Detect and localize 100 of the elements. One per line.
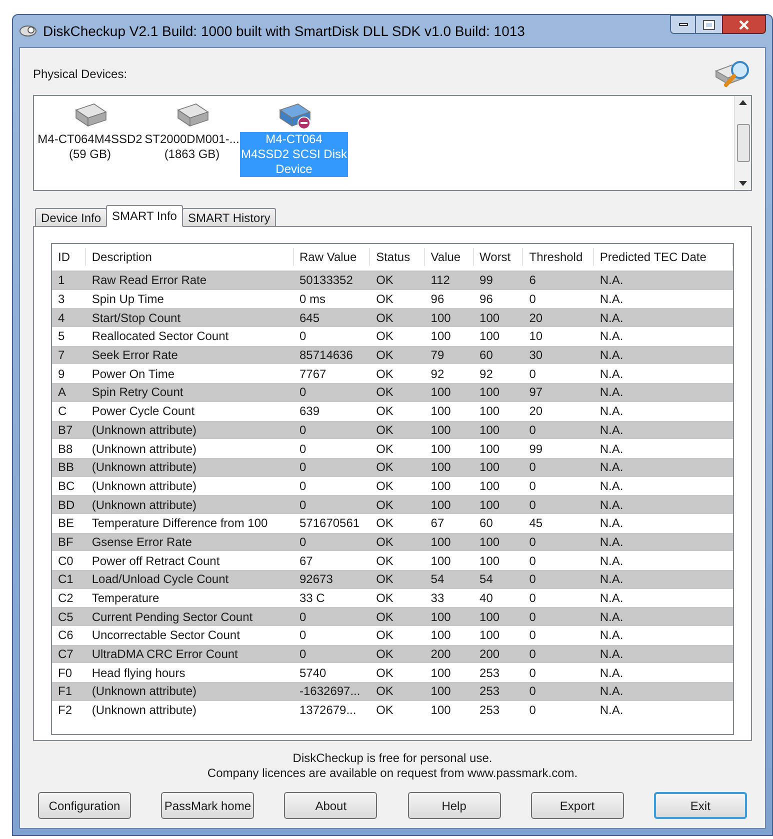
- table-cell-text: Power off Retract Count: [90, 552, 221, 570]
- column-header[interactable]: Status: [370, 248, 425, 266]
- table-cell-text: BD: [57, 496, 76, 514]
- table-cell-text: 100: [430, 440, 452, 458]
- table-cell-text: 100: [430, 702, 452, 720]
- table-cell-text: 100: [478, 608, 501, 626]
- table-cell-text: N.A.: [598, 440, 624, 458]
- table-cell-text: BC: [57, 478, 76, 495]
- table-cell-text: 54: [478, 571, 494, 588]
- app-icon: [19, 24, 37, 38]
- table-cell-text: 6: [528, 272, 537, 290]
- column-header[interactable]: Value: [424, 248, 474, 266]
- table-cell-text: Reallocated Sector Count: [90, 328, 230, 346]
- table-cell-text: A: [57, 384, 68, 402]
- table-cell-text: N.A.: [598, 664, 624, 682]
- table-cell-text: 33: [430, 590, 446, 608]
- column-header[interactable]: Threshold: [523, 248, 594, 266]
- table-cell-text: OK: [375, 590, 394, 608]
- window-title: DiskCheckup V2.1 Build: 1000 built with SmartDisk DLL SDK v1.0 Build: 1013: [43, 22, 525, 41]
- table-cell-text: 100: [478, 534, 501, 551]
- table-cell-text: 0: [528, 608, 537, 626]
- table-cell-text: 100: [478, 552, 501, 570]
- table-cell-text: Power Cycle Count: [90, 403, 196, 420]
- table-cell-text: 100: [430, 608, 452, 626]
- table-cell-text: 100: [478, 627, 501, 644]
- table-cell-text: 100: [430, 310, 452, 327]
- table-cell-text: OK: [375, 347, 394, 364]
- table-cell-text: N.A.: [598, 422, 624, 439]
- tab[interactable]: SMART Info: [106, 205, 183, 227]
- table-cell-text: 97: [528, 384, 544, 402]
- table-cell-text: 96: [478, 291, 494, 308]
- table-cell-text: (Unknown attribute): [90, 683, 198, 700]
- column-header[interactable]: Predicted TEC Date: [594, 248, 733, 266]
- minimize-button[interactable]: [670, 15, 696, 34]
- footer-button[interactable]: Configuration: [38, 792, 131, 819]
- table-cell-text: N.A.: [598, 310, 624, 327]
- scrollbar[interactable]: [734, 96, 751, 190]
- table-cell-text: 100: [430, 459, 452, 476]
- table-cell-text: N.A.: [598, 347, 624, 364]
- table-cell-text: N.A.: [598, 608, 624, 626]
- table-cell-text: 0: [298, 422, 308, 439]
- footer-button[interactable]: Export: [530, 792, 624, 819]
- drive-search-icon[interactable]: [714, 59, 752, 89]
- scroll-down-icon[interactable]: [739, 181, 747, 186]
- table-cell-text: (Unknown attribute): [90, 702, 198, 720]
- footer-button[interactable]: Exit: [654, 792, 747, 819]
- table-cell-text: Load/Unload Cycle Count: [90, 571, 230, 588]
- maximize-button[interactable]: [696, 15, 722, 34]
- table-cell-text: C1: [57, 571, 74, 588]
- table-cell-text: 0: [298, 459, 308, 476]
- footer-button[interactable]: Help: [408, 792, 501, 819]
- table-cell-text: 0: [528, 702, 537, 720]
- table-cell-text: 100: [478, 496, 501, 514]
- table-cell-text: 0: [528, 478, 537, 495]
- table-cell-text: 253: [478, 702, 501, 720]
- table-cell-text: OK: [375, 422, 394, 439]
- scroll-up-icon[interactable]: [739, 100, 747, 105]
- table-cell-text: 0: [528, 366, 537, 383]
- table-cell-text: C2: [57, 590, 74, 608]
- table-cell-text: 85714636: [298, 347, 354, 364]
- table-cell-text: 0: [298, 384, 308, 402]
- column-header[interactable]: Raw Value: [294, 248, 370, 266]
- table-cell-text: 45: [528, 515, 544, 532]
- table-cell-text: OK: [375, 310, 394, 327]
- tab[interactable]: Device Info: [35, 208, 108, 227]
- table-cell-text: 100: [478, 403, 501, 420]
- table-cell-text: OK: [375, 534, 394, 551]
- table-cell-text: UltraDMA CRC Error Count: [90, 646, 239, 664]
- footer-button[interactable]: PassMark home: [161, 792, 254, 819]
- table-cell-text: 0: [298, 646, 308, 664]
- table-cell-text: N.A.: [598, 552, 624, 570]
- table-cell-text: 60: [478, 347, 494, 364]
- table-cell-text: N.A.: [598, 328, 624, 346]
- table-cell-text: 0: [528, 646, 537, 664]
- table-cell-text: C5: [57, 608, 74, 626]
- table-cell-text: N.A.: [598, 683, 624, 700]
- column-header[interactable]: Description: [86, 248, 294, 266]
- table-cell-text: BE: [57, 515, 76, 532]
- table-cell-text: N.A.: [598, 515, 624, 532]
- table-cell-text: 100: [478, 478, 501, 495]
- table-cell-text: N.A.: [598, 384, 624, 402]
- table-cell-text: 639: [298, 403, 321, 420]
- table-cell-text: BF: [57, 534, 74, 551]
- close-button[interactable]: [722, 15, 766, 34]
- table-cell-text: OK: [375, 272, 394, 290]
- footer-button[interactable]: About: [284, 792, 378, 819]
- table-cell-text: 0: [298, 534, 308, 551]
- table-cell-text: 112: [430, 272, 451, 290]
- column-header[interactable]: Worst: [474, 248, 524, 266]
- table-cell-text: 0: [528, 552, 537, 570]
- tab[interactable]: SMART History: [182, 208, 276, 227]
- table-cell-text: 50133352: [298, 272, 354, 290]
- column-header[interactable]: ID: [52, 248, 86, 266]
- table-cell-text: N.A.: [598, 627, 624, 644]
- table-cell-text: N.A.: [598, 403, 624, 420]
- table-cell-text: -1632697...: [298, 683, 362, 700]
- table-cell-text: 30: [528, 347, 544, 364]
- device-item[interactable]: ST2000DM001-... (1863 GB): [142, 100, 242, 162]
- table-cell-text: 100: [478, 328, 501, 346]
- table-cell-text: 571670561: [298, 515, 361, 532]
